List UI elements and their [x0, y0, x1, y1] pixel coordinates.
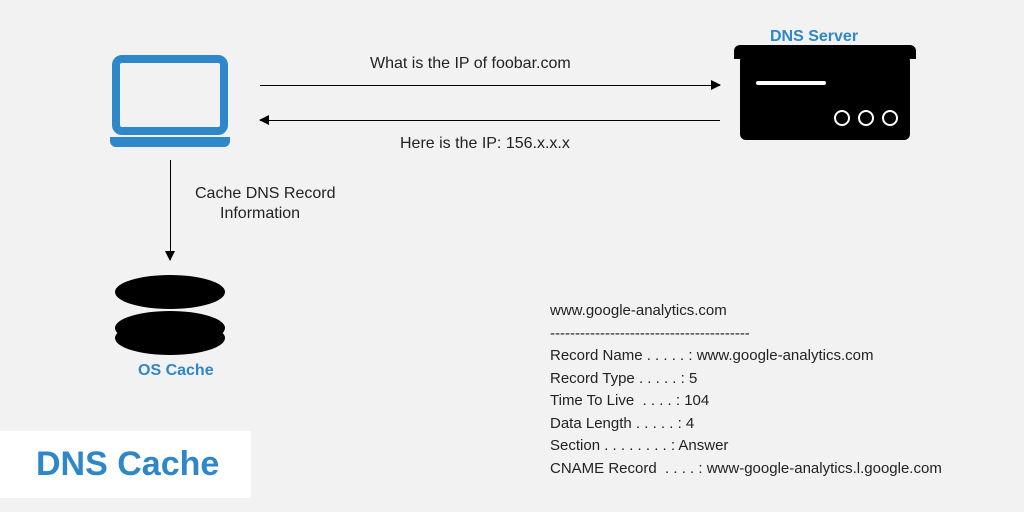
record-line: Record Type . . . . . : 5 — [550, 370, 697, 387]
arrow-query — [260, 85, 720, 86]
dns-server-label: DNS Server — [770, 28, 858, 46]
response-text: Here is the IP: 156.x.x.x — [400, 135, 570, 153]
page-title: DNS Cache — [36, 445, 219, 483]
record-line: Time To Live . . . . : 104 — [550, 392, 709, 409]
server-icon — [740, 55, 910, 140]
record-separator: ---------------------------------------- — [550, 325, 750, 342]
dns-record-block: www.google-analytics.com ---------------… — [550, 300, 942, 480]
cache-action-line2: Information — [220, 205, 300, 223]
record-line: Section . . . . . . . . : Answer — [550, 437, 728, 454]
arrow-cache — [170, 160, 171, 260]
diagram-canvas: DNS Server What is the IP of foobar.com … — [0, 0, 1024, 512]
record-line: Record Name . . . . . : www.google-analy… — [550, 347, 873, 364]
query-text: What is the IP of foobar.com — [370, 55, 571, 73]
record-line: Data Length . . . . . : 4 — [550, 415, 694, 432]
title-box: DNS Cache — [0, 431, 251, 498]
cache-icon — [115, 275, 225, 355]
arrow-response — [260, 120, 720, 121]
record-host: www.google-analytics.com — [550, 302, 727, 319]
os-cache-label: OS Cache — [138, 362, 214, 380]
cache-action-line1: Cache DNS Record — [195, 185, 336, 203]
laptop-icon — [110, 55, 230, 145]
record-line: CNAME Record . . . . : www-google-analyt… — [550, 460, 942, 477]
